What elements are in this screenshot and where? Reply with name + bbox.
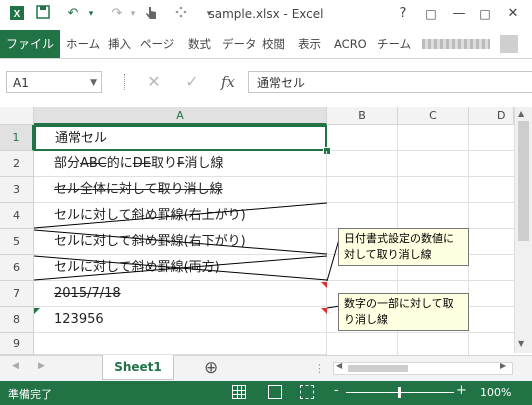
scrollbar-thumb[interactable] (518, 121, 529, 241)
scroll-sheets-right-icon[interactable]: ▶ (38, 361, 45, 371)
comment-box-a7[interactable]: 日付書式設定の数値に対して取り消し線 (338, 228, 469, 266)
status-bar: 準備完了 - + 100% (0, 381, 532, 405)
horizontal-scrollbar-thumb[interactable] (348, 365, 408, 372)
comment-box-a8[interactable]: 数字の一部に対して取り消し線 (338, 293, 469, 331)
diagonal-border-a4 (33, 202, 328, 229)
status-ready: 準備完了 (8, 388, 52, 401)
error-indicator-a8 (34, 308, 40, 314)
page-break-view-icon[interactable] (300, 385, 314, 399)
horizontal-scrollbar[interactable]: ◀ ▶ (333, 361, 513, 375)
tab-split-handle[interactable]: ⋮ (314, 362, 325, 375)
cell-diagonal-borders (33, 202, 341, 314)
add-sheet-icon[interactable]: ⊕ (204, 358, 218, 378)
scroll-sheets-left-icon[interactable]: ◀ (12, 361, 19, 371)
scroll-right-icon[interactable]: ▶ (500, 361, 506, 370)
zoom-out-button[interactable]: - (334, 383, 339, 398)
vertical-scrollbar[interactable]: ▲ ▼ (514, 107, 532, 353)
comment-indicator-a7 (321, 282, 327, 288)
normal-view-icon[interactable] (232, 385, 246, 399)
sheet-tab-bar: ◀ ▶ Sheet1 ⊕ ⋮ ◀ ▶ (0, 355, 532, 382)
zoom-in-button[interactable]: + (456, 383, 467, 398)
zoom-level[interactable]: 100% (480, 386, 511, 399)
page-layout-view-icon[interactable] (268, 385, 282, 399)
diagonal-border-a5 (33, 229, 328, 255)
scroll-left-icon[interactable]: ◀ (336, 361, 342, 370)
comment-indicator-a8 (321, 308, 327, 314)
zoom-slider-handle[interactable] (398, 387, 401, 398)
sheet-tab-sheet1[interactable]: Sheet1 (102, 355, 174, 380)
scroll-up-icon[interactable]: ▲ (518, 109, 524, 118)
scroll-down-icon[interactable]: ▼ (518, 339, 524, 348)
